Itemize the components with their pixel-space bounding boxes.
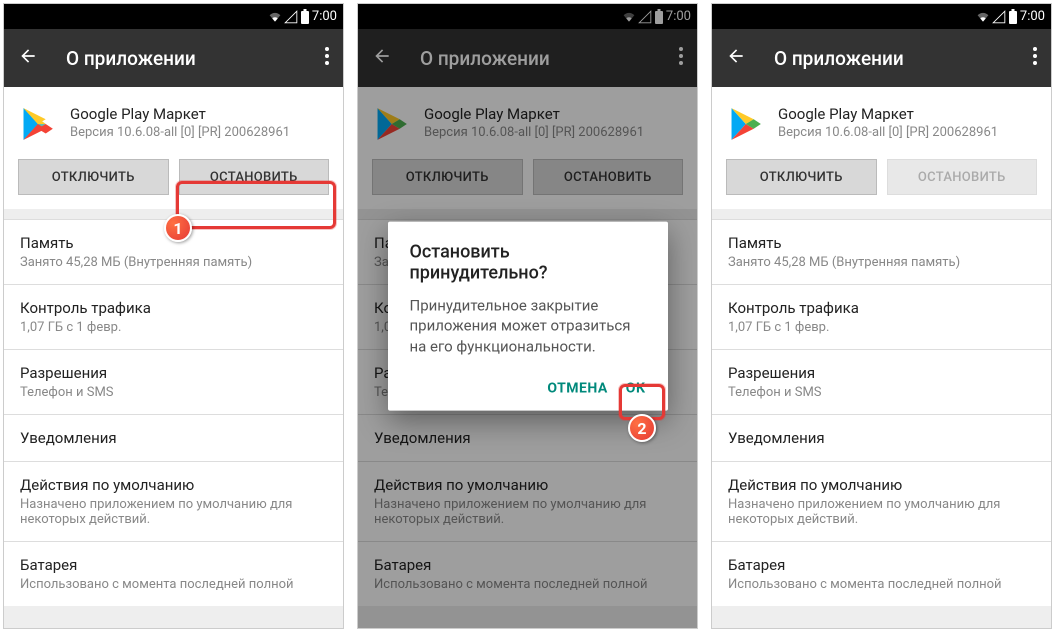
- battery-item[interactable]: БатареяИспользовано с момента последней …: [4, 541, 343, 606]
- status-bar: 7:00: [4, 4, 343, 29]
- status-bar: 7:00: [712, 4, 1051, 29]
- wifi-icon: [268, 10, 282, 24]
- app-version: Версия 10.6.08-all [0] [PR] 200628961: [70, 125, 290, 140]
- data-usage-item[interactable]: Контроль трафика1,07 ГБ с 1 февр.: [4, 284, 343, 349]
- dialog-cancel-button[interactable]: ОТМЕНА: [547, 380, 607, 396]
- force-stop-dialog: Остановить принудительно? Принудительное…: [388, 222, 668, 411]
- app-name: Google Play Маркет: [778, 105, 998, 123]
- data-usage-item[interactable]: Контроль трафика1,07 ГБ с 1 февр.: [712, 284, 1051, 349]
- play-store-icon: [18, 105, 56, 143]
- signal-icon: [992, 10, 1006, 24]
- overflow-icon[interactable]: [1033, 47, 1037, 70]
- app-version: Версия 10.6.08-all [0] [PR] 200628961: [778, 125, 998, 140]
- permissions-item[interactable]: РазрешенияТелефон и SMS: [712, 349, 1051, 414]
- permissions-item[interactable]: РазрешенияТелефон и SMS: [4, 349, 343, 414]
- screenshot-1: 7:00 О приложении Google Play Маркет Вер…: [3, 3, 344, 629]
- screenshot-2: 7:00 О приложении Google Play Маркет Вер…: [357, 3, 698, 629]
- dialog-ok-button[interactable]: ОК: [626, 380, 646, 396]
- disable-button[interactable]: ОТКЛЮЧИТЬ: [726, 159, 877, 195]
- screenshot-3: 7:00 О приложении Google Play Маркет Вер…: [711, 3, 1052, 629]
- battery-icon: [1008, 9, 1018, 25]
- force-stop-button-disabled: ОСТАНОВИТЬ: [887, 159, 1038, 195]
- app-bar: О приложении: [712, 29, 1051, 87]
- dialog-text: Принудительное закрытие приложения может…: [410, 296, 646, 357]
- battery-icon: [300, 9, 310, 25]
- disable-button[interactable]: ОТКЛЮЧИТЬ: [18, 159, 169, 195]
- clock: 7:00: [1020, 9, 1045, 24]
- clock: 7:00: [312, 9, 337, 24]
- defaults-item[interactable]: Действия по умолчаниюНазначено приложени…: [4, 461, 343, 541]
- overflow-icon[interactable]: [325, 47, 329, 70]
- play-store-icon: [726, 105, 764, 143]
- dialog-title: Остановить принудительно?: [410, 242, 646, 284]
- back-icon[interactable]: [726, 46, 746, 70]
- storage-item[interactable]: ПамятьЗанято 45,28 МБ (Внутренняя память…: [4, 219, 343, 284]
- page-title: О приложении: [66, 47, 325, 70]
- notifications-item[interactable]: Уведомления: [4, 414, 343, 461]
- page-title: О приложении: [774, 47, 1033, 70]
- back-icon[interactable]: [18, 46, 38, 70]
- force-stop-button[interactable]: ОСТАНОВИТЬ: [179, 159, 330, 195]
- defaults-item[interactable]: Действия по умолчаниюНазначено приложени…: [712, 461, 1051, 541]
- storage-item[interactable]: ПамятьЗанято 45,28 МБ (Внутренняя память…: [712, 219, 1051, 284]
- wifi-icon: [976, 10, 990, 24]
- battery-item[interactable]: БатареяИспользовано с момента последней …: [712, 541, 1051, 606]
- signal-icon: [284, 10, 298, 24]
- notifications-item[interactable]: Уведомления: [712, 414, 1051, 461]
- app-bar: О приложении: [4, 29, 343, 87]
- app-name: Google Play Маркет: [70, 105, 290, 123]
